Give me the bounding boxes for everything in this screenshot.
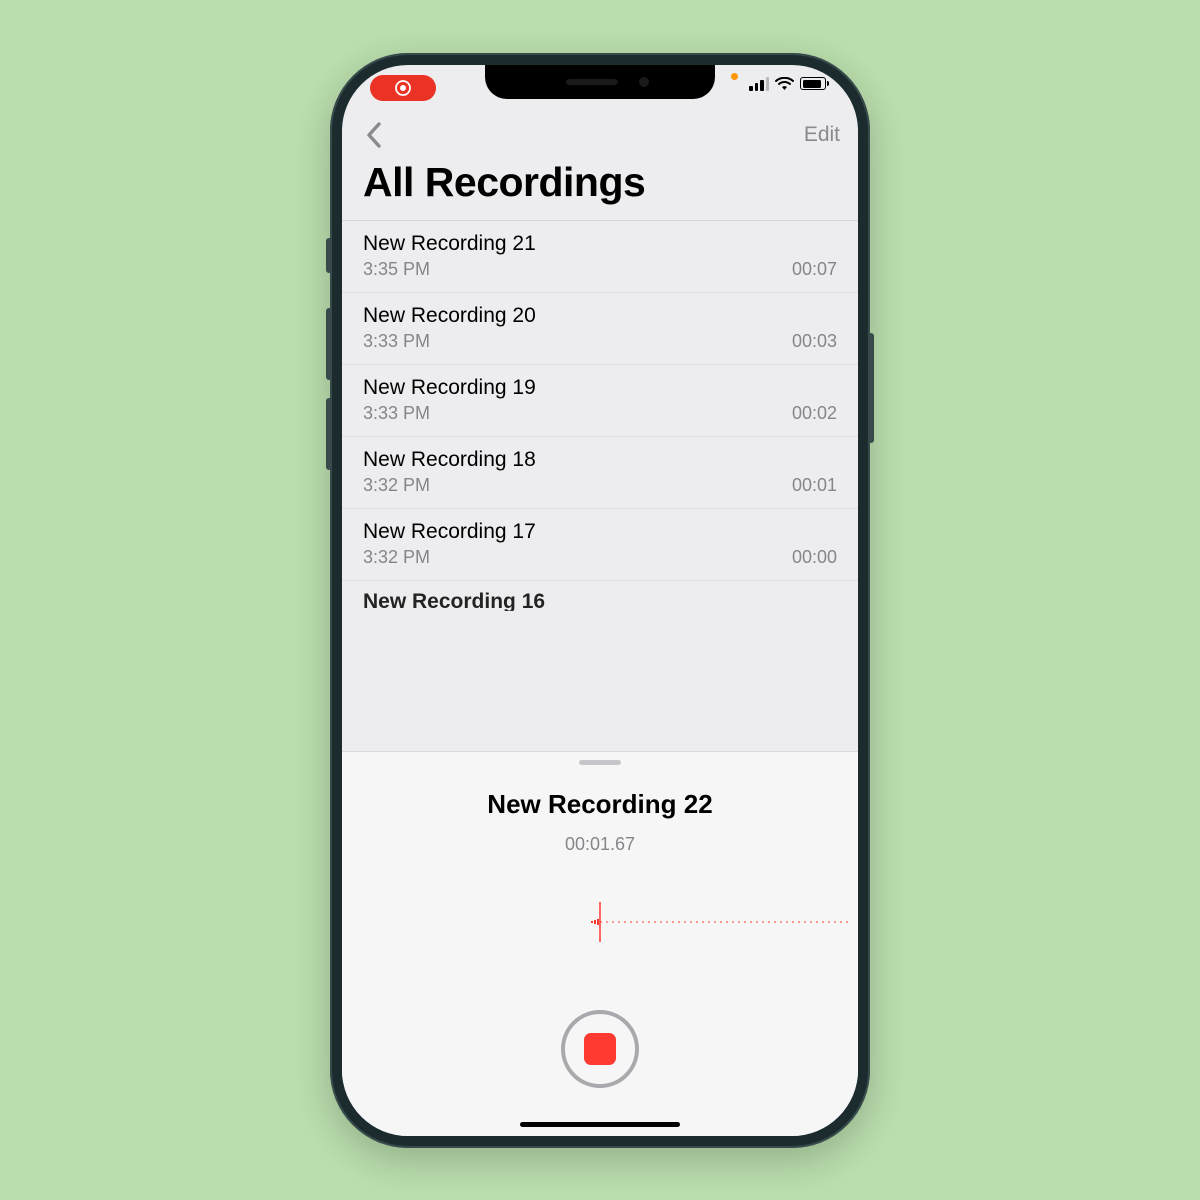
screen: Edit All Recordings New Recording 21 3:3… [342, 65, 858, 1136]
recording-name: New Recording 20 [363, 304, 837, 328]
recording-time: 3:33 PM [363, 331, 430, 352]
phone-frame: Edit All Recordings New Recording 21 3:3… [330, 53, 870, 1148]
volume-up-button[interactable] [326, 308, 332, 380]
recordings-list[interactable]: New Recording 21 3:35 PM 00:07 New Recor… [342, 220, 858, 752]
recording-name: New Recording 17 [363, 520, 837, 544]
recording-time: 3:32 PM [363, 547, 430, 568]
recording-name: New Recording 19 [363, 376, 837, 400]
drawer-grab-handle[interactable] [579, 760, 621, 765]
stop-record-button[interactable] [561, 1010, 639, 1088]
recording-row[interactable]: New Recording 16 [342, 581, 858, 611]
recording-row[interactable]: New Recording 19 3:33 PM 00:02 [342, 365, 858, 437]
back-button[interactable] [354, 115, 394, 155]
recording-row[interactable]: New Recording 20 3:33 PM 00:03 [342, 293, 858, 365]
recording-icon [394, 79, 412, 97]
recording-time: 3:32 PM [363, 475, 430, 496]
battery-icon [800, 77, 826, 90]
volume-down-button[interactable] [326, 398, 332, 470]
waveform-icon [350, 902, 850, 942]
stop-icon [584, 1033, 616, 1065]
active-recording-elapsed: 00:01.67 [565, 834, 635, 855]
recording-name: New Recording 18 [363, 448, 837, 472]
edit-button[interactable]: Edit [804, 123, 840, 147]
recording-name: New Recording 16 [363, 590, 837, 611]
nav-bar: Edit [342, 111, 858, 159]
recording-duration: 00:07 [792, 259, 837, 280]
home-indicator[interactable] [520, 1122, 680, 1127]
recording-drawer: New Recording 22 00:01.67 [342, 752, 858, 1136]
recording-name: New Recording 21 [363, 232, 837, 256]
recording-row[interactable]: New Recording 21 3:35 PM 00:07 [342, 221, 858, 293]
recording-row[interactable]: New Recording 17 3:32 PM 00:00 [342, 509, 858, 581]
mute-switch[interactable] [326, 238, 332, 273]
recording-time: 3:35 PM [363, 259, 430, 280]
page-title: All Recordings [342, 159, 858, 220]
active-recording-name: New Recording 22 [487, 789, 712, 820]
recording-duration: 00:03 [792, 331, 837, 352]
power-button[interactable] [868, 333, 874, 443]
chevron-left-icon [365, 121, 383, 149]
wifi-icon [775, 77, 794, 91]
cellular-signal-icon [749, 77, 769, 91]
recording-duration: 00:01 [792, 475, 837, 496]
mic-in-use-indicator-icon [731, 73, 738, 80]
recording-row[interactable]: New Recording 18 3:32 PM 00:01 [342, 437, 858, 509]
recording-indicator-pill[interactable] [370, 75, 436, 101]
notch [485, 65, 715, 99]
waveform [342, 902, 858, 942]
recording-duration: 00:02 [792, 403, 837, 424]
recording-time: 3:33 PM [363, 403, 430, 424]
recording-duration: 00:00 [792, 547, 837, 568]
